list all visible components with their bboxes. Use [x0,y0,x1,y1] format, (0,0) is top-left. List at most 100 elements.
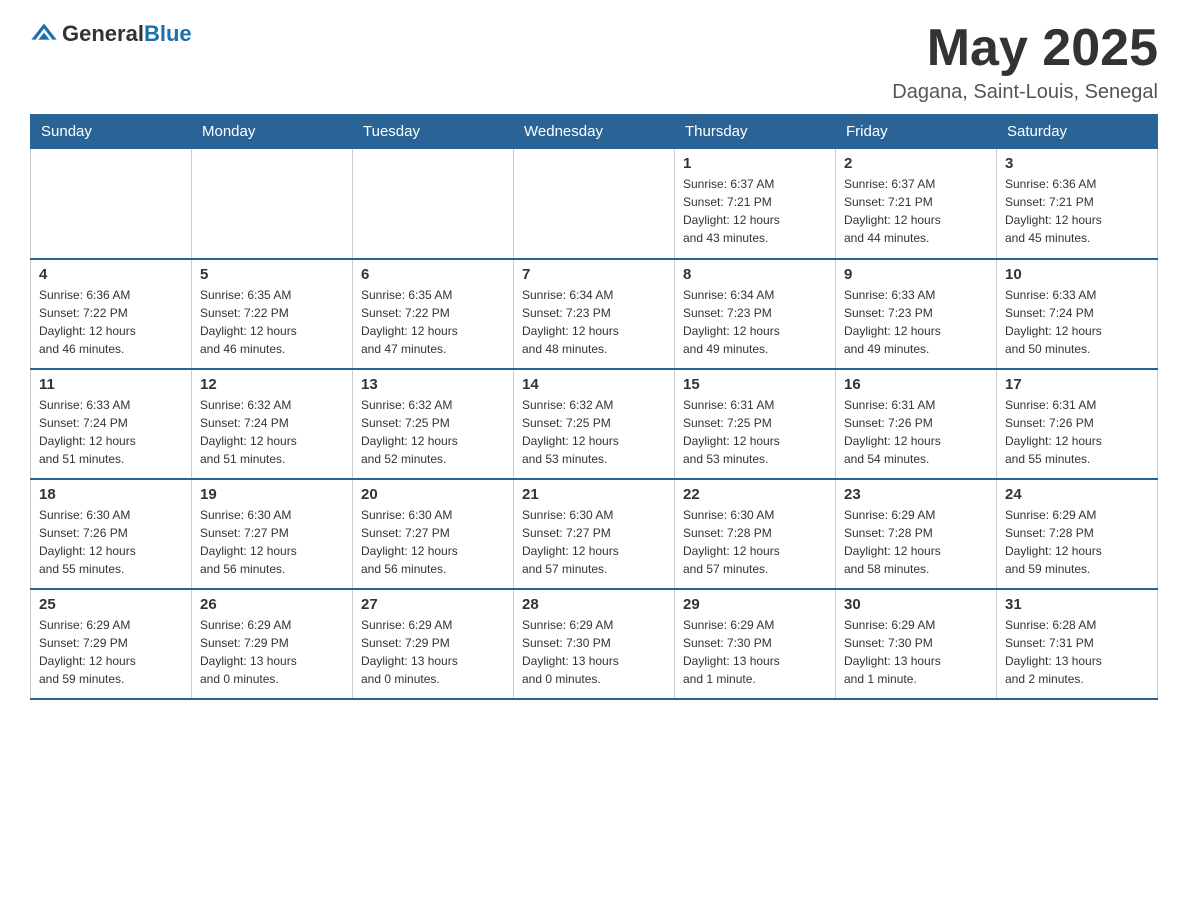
calendar-cell: 30Sunrise: 6:29 AMSunset: 7:30 PMDayligh… [836,589,997,699]
day-number: 11 [39,376,183,393]
day-info: Sunrise: 6:33 AMSunset: 7:24 PMDaylight:… [1005,286,1149,358]
day-number: 18 [39,486,183,503]
calendar-cell: 5 Sunrise: 6:35 AMSunset: 7:22 PMDaylight… [192,259,353,369]
day-info: Sunrise: 6:28 AMSunset: 7:31 PMDaylight:… [1005,616,1149,688]
day-info: Sunrise: 6:32 AMSunset: 7:25 PMDaylight:… [522,396,666,468]
calendar-week-4: 18 Sunrise: 6:30 AMSunset: 7:26 PMDayligh… [31,479,1158,589]
day-number: 14 [522,376,666,393]
day-info: Sunrise: 6:33 AMSunset: 7:23 PMDaylight:… [844,286,988,358]
day-info: Sunrise: 6:34 AMSunset: 7:23 PMDaylight:… [683,286,827,358]
day-number: 13 [361,376,505,393]
calendar-cell: 25 Sunrise: 6:29 AMSunset: 7:29 PMDayligh… [31,589,192,699]
day-info: Sunrise: 6:30 AMSunset: 7:26 PMDaylight:… [39,506,183,578]
day-info: Sunrise: 6:35 AMSunset: 7:22 PMDaylight:… [200,286,344,358]
calendar-cell: 19 Sunrise: 6:30 AMSunset: 7:27 PMDayligh… [192,479,353,589]
calendar-cell: 20 Sunrise: 6:30 AMSunset: 7:27 PMDayligh… [353,479,514,589]
day-number: 15 [683,376,827,393]
calendar-cell: 18 Sunrise: 6:30 AMSunset: 7:26 PMDayligh… [31,479,192,589]
day-info: Sunrise: 6:29 AMSunset: 7:29 PMDaylight:… [39,616,183,688]
day-number: 29 [683,596,827,613]
calendar-cell: 12Sunrise: 6:32 AMSunset: 7:24 PMDayligh… [192,369,353,479]
day-info: Sunrise: 6:29 AMSunset: 7:28 PMDaylight:… [844,506,988,578]
day-info: Sunrise: 6:30 AMSunset: 7:27 PMDaylight:… [361,506,505,578]
calendar-cell: 4Sunrise: 6:36 AMSunset: 7:22 PMDaylight… [31,259,192,369]
calendar-cell: 14 Sunrise: 6:32 AMSunset: 7:25 PMDayligh… [514,369,675,479]
page-header: GeneralBlue May 2025 Dagana, Saint-Louis… [30,20,1158,104]
calendar-week-2: 4Sunrise: 6:36 AMSunset: 7:22 PMDaylight… [31,259,1158,369]
calendar-cell [31,149,192,259]
day-info: Sunrise: 6:37 AMSunset: 7:21 PMDaylight:… [844,175,988,247]
calendar-cell: 7Sunrise: 6:34 AMSunset: 7:23 PMDaylight… [514,259,675,369]
day-number: 5 [200,266,344,283]
calendar-cell: 28 Sunrise: 6:29 AMSunset: 7:30 PMDayligh… [514,589,675,699]
day-number: 8 [683,266,827,283]
day-header-saturday: Saturday [997,115,1158,149]
day-number: 16 [844,376,988,393]
title-block: May 2025 Dagana, Saint-Louis, Senegal [892,20,1158,104]
day-info: Sunrise: 6:30 AMSunset: 7:27 PMDaylight:… [200,506,344,578]
day-header-monday: Monday [192,115,353,149]
calendar-cell: 15Sunrise: 6:31 AMSunset: 7:25 PMDayligh… [675,369,836,479]
calendar-cell: 26Sunrise: 6:29 AMSunset: 7:29 PMDayligh… [192,589,353,699]
day-number: 22 [683,486,827,503]
location-subtitle: Dagana, Saint-Louis, Senegal [892,81,1158,104]
day-number: 10 [1005,266,1149,283]
day-number: 27 [361,596,505,613]
day-number: 28 [522,596,666,613]
day-number: 3 [1005,155,1149,172]
calendar-cell: 6 Sunrise: 6:35 AMSunset: 7:22 PMDaylight… [353,259,514,369]
day-info: Sunrise: 6:29 AMSunset: 7:30 PMDaylight:… [844,616,988,688]
logo-text-general: General [62,21,144,46]
calendar-week-1: 1Sunrise: 6:37 AMSunset: 7:21 PMDaylight… [31,149,1158,259]
day-info: Sunrise: 6:29 AMSunset: 7:30 PMDaylight:… [522,616,666,688]
day-info: Sunrise: 6:31 AMSunset: 7:26 PMDaylight:… [1005,396,1149,468]
calendar-cell: 17Sunrise: 6:31 AMSunset: 7:26 PMDayligh… [997,369,1158,479]
day-info: Sunrise: 6:29 AMSunset: 7:29 PMDaylight:… [200,616,344,688]
logo: GeneralBlue [30,20,192,48]
day-number: 9 [844,266,988,283]
day-info: Sunrise: 6:31 AMSunset: 7:26 PMDaylight:… [844,396,988,468]
day-number: 2 [844,155,988,172]
calendar-body: 1Sunrise: 6:37 AMSunset: 7:21 PMDaylight… [31,149,1158,699]
calendar-cell: 31 Sunrise: 6:28 AMSunset: 7:31 PMDayligh… [997,589,1158,699]
calendar-cell: 24Sunrise: 6:29 AMSunset: 7:28 PMDayligh… [997,479,1158,589]
day-number: 4 [39,266,183,283]
calendar-cell: 2 Sunrise: 6:37 AMSunset: 7:21 PMDaylight… [836,149,997,259]
day-number: 20 [361,486,505,503]
calendar-cell: 8 Sunrise: 6:34 AMSunset: 7:23 PMDaylight… [675,259,836,369]
calendar-cell: 16 Sunrise: 6:31 AMSunset: 7:26 PMDayligh… [836,369,997,479]
day-info: Sunrise: 6:30 AMSunset: 7:28 PMDaylight:… [683,506,827,578]
day-number: 25 [39,596,183,613]
day-header-wednesday: Wednesday [514,115,675,149]
day-info: Sunrise: 6:32 AMSunset: 7:25 PMDaylight:… [361,396,505,468]
calendar-cell [192,149,353,259]
day-info: Sunrise: 6:29 AMSunset: 7:30 PMDaylight:… [683,616,827,688]
day-info: Sunrise: 6:29 AMSunset: 7:29 PMDaylight:… [361,616,505,688]
day-header-sunday: Sunday [31,115,192,149]
calendar-cell: 10 Sunrise: 6:33 AMSunset: 7:24 PMDayligh… [997,259,1158,369]
calendar-cell: 13 Sunrise: 6:32 AMSunset: 7:25 PMDayligh… [353,369,514,479]
day-header-tuesday: Tuesday [353,115,514,149]
calendar-cell: 1Sunrise: 6:37 AMSunset: 7:21 PMDaylight… [675,149,836,259]
day-header-thursday: Thursday [675,115,836,149]
day-info: Sunrise: 6:32 AMSunset: 7:24 PMDaylight:… [200,396,344,468]
month-year-title: May 2025 [892,20,1158,77]
day-info: Sunrise: 6:37 AMSunset: 7:21 PMDaylight:… [683,175,827,247]
logo-icon [30,20,58,48]
day-number: 21 [522,486,666,503]
day-header-friday: Friday [836,115,997,149]
day-headers-row: SundayMondayTuesdayWednesdayThursdayFrid… [31,115,1158,149]
day-number: 31 [1005,596,1149,613]
calendar-cell [514,149,675,259]
day-number: 19 [200,486,344,503]
day-number: 24 [1005,486,1149,503]
calendar-cell: 3Sunrise: 6:36 AMSunset: 7:21 PMDaylight… [997,149,1158,259]
day-info: Sunrise: 6:35 AMSunset: 7:22 PMDaylight:… [361,286,505,358]
calendar-cell: 21 Sunrise: 6:30 AMSunset: 7:27 PMDayligh… [514,479,675,589]
calendar-header: SundayMondayTuesdayWednesdayThursdayFrid… [31,115,1158,149]
day-number: 6 [361,266,505,283]
calendar-cell [353,149,514,259]
calendar-week-5: 25 Sunrise: 6:29 AMSunset: 7:29 PMDayligh… [31,589,1158,699]
day-info: Sunrise: 6:30 AMSunset: 7:27 PMDaylight:… [522,506,666,578]
calendar-cell: 22 Sunrise: 6:30 AMSunset: 7:28 PMDayligh… [675,479,836,589]
